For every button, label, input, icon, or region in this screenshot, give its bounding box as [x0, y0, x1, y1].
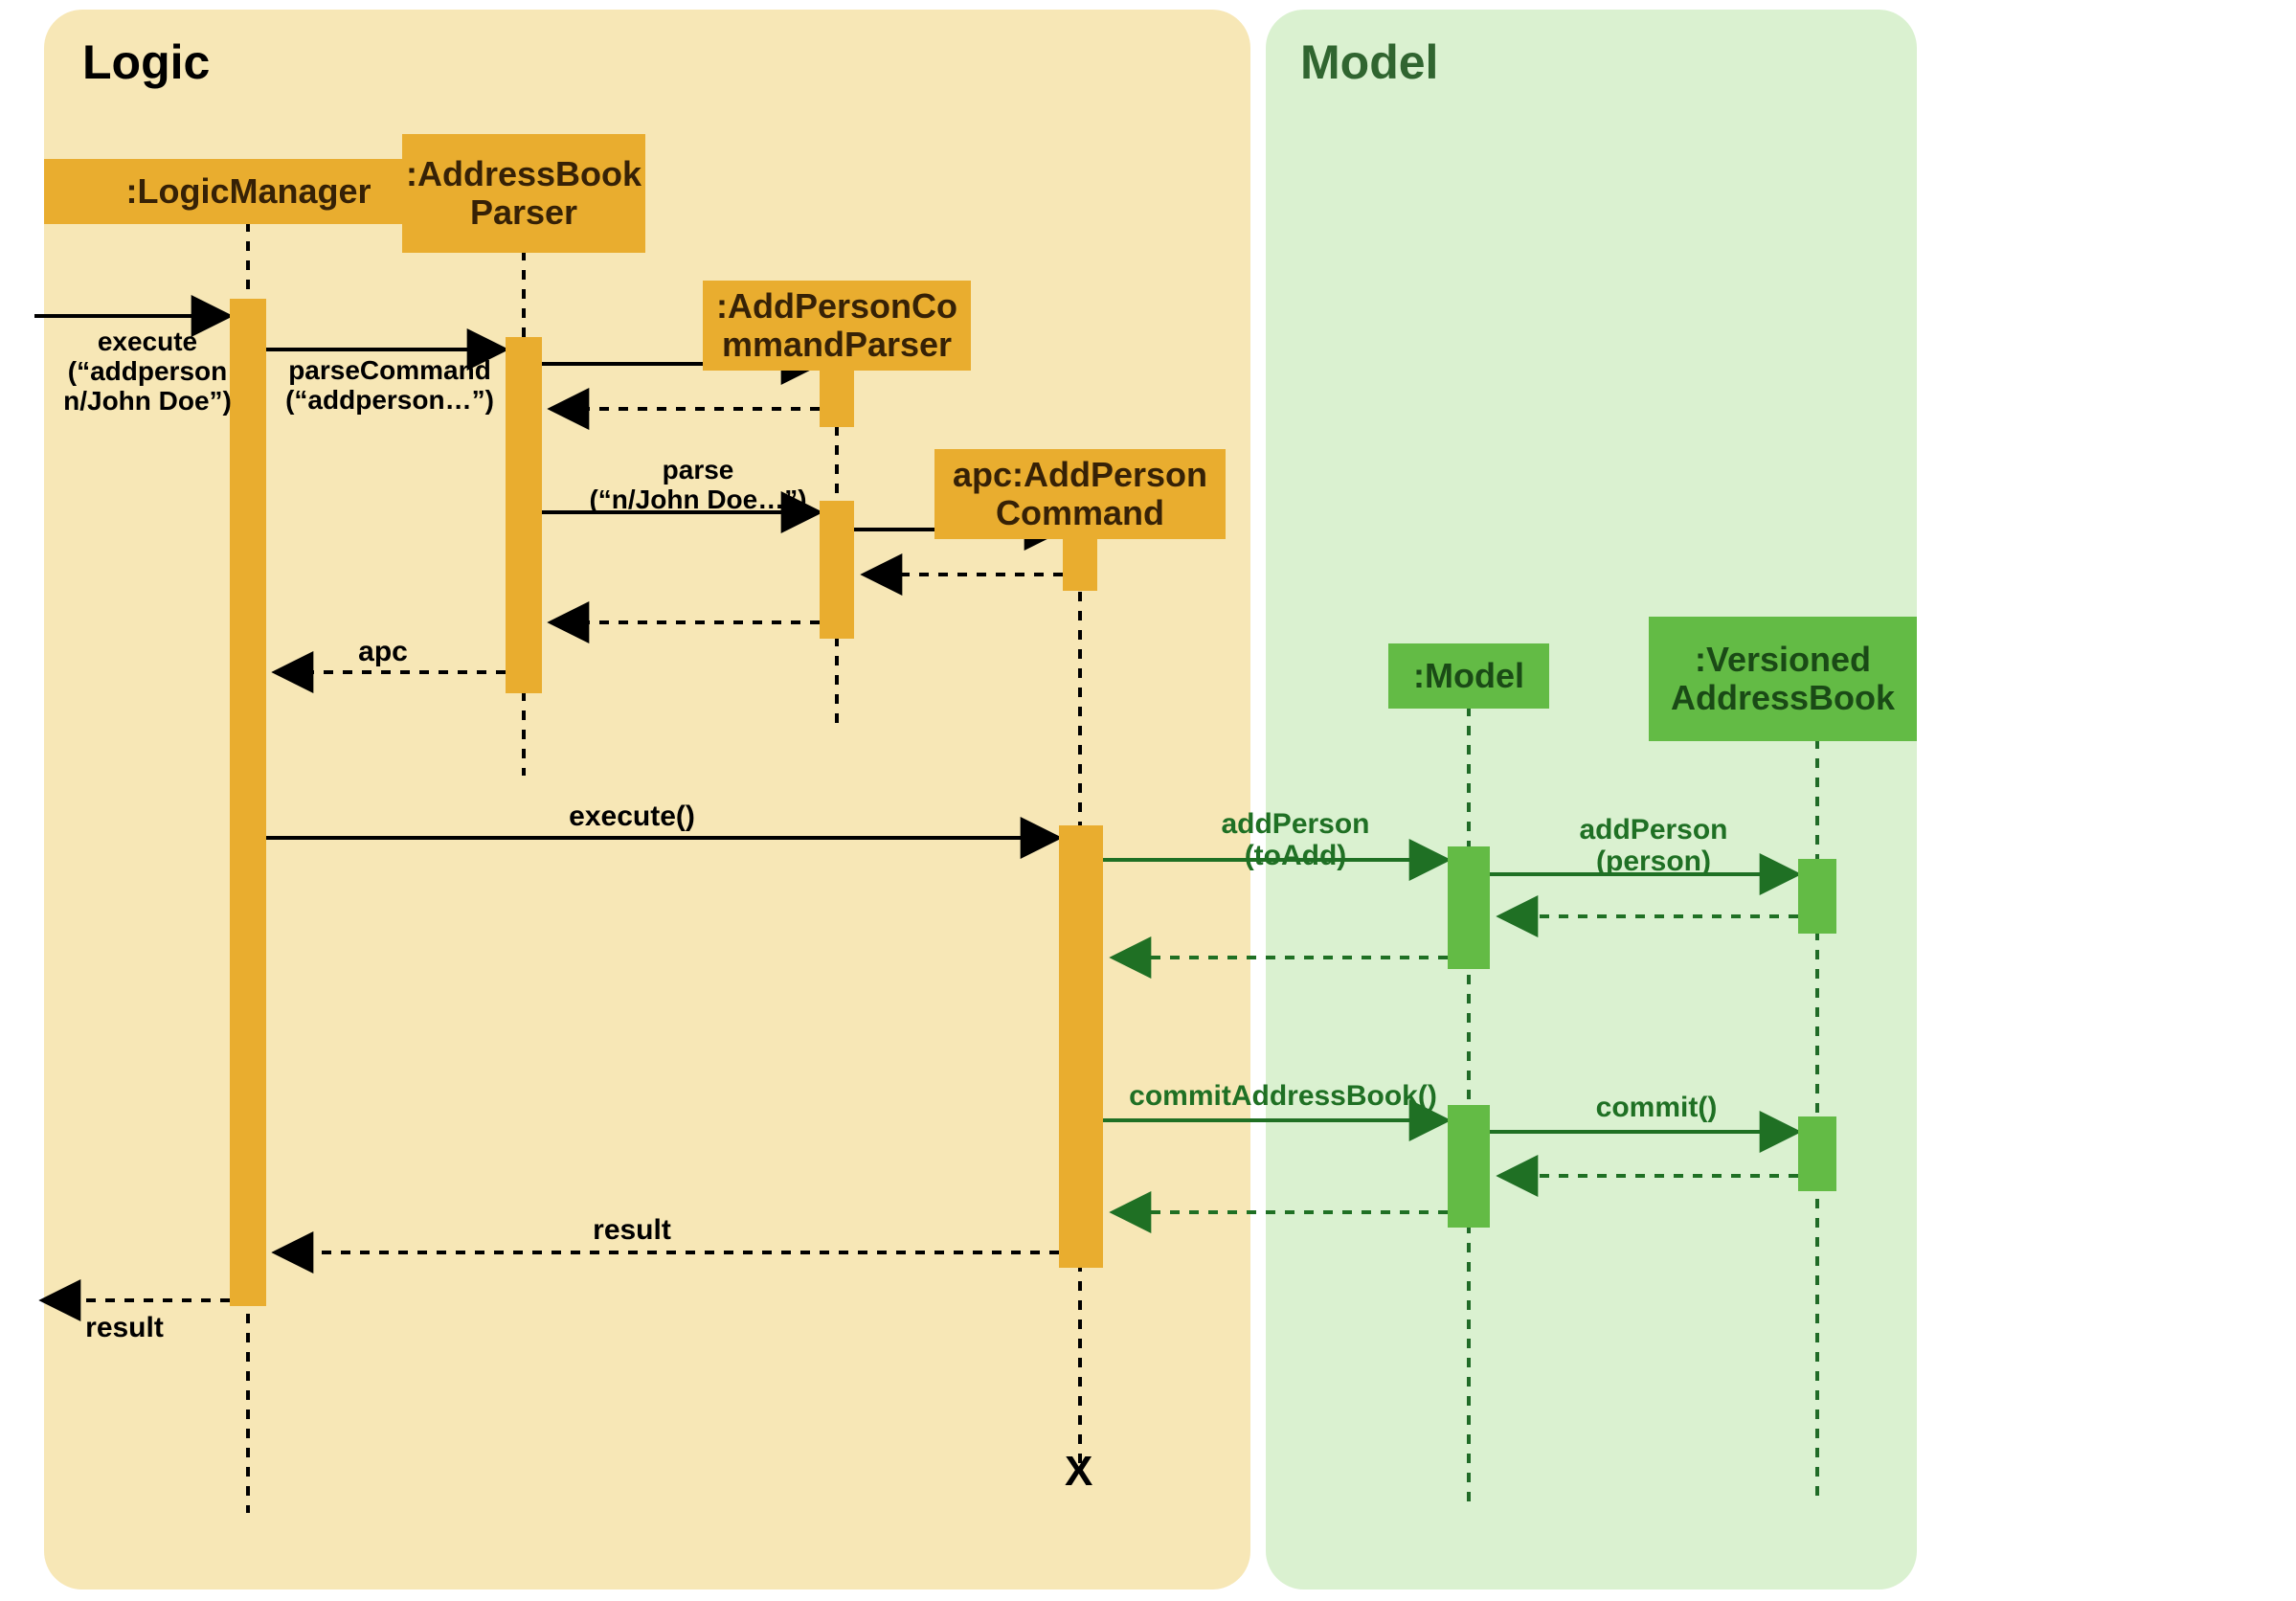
- activation-addperson-command-a: [1063, 537, 1097, 591]
- msg-addperson-toAdd: addPerson (toAdd): [1166, 808, 1425, 871]
- activation-vab-b: [1798, 1116, 1836, 1191]
- frame-model-title: Model: [1300, 34, 1438, 90]
- participant-addperson-command-parser: :AddPersonCo mmandParser: [703, 281, 971, 371]
- msg-execute-in: execute (“addperson n/John Doe”): [47, 327, 248, 416]
- participant-model: :Model: [1388, 643, 1549, 709]
- activation-logic-manager: [230, 299, 266, 1306]
- diagram-canvas: Logic Model: [0, 0, 2296, 1601]
- msg-commit: commit(): [1570, 1092, 1743, 1123]
- participant-addressbook-parser: :AddressBook Parser: [402, 134, 645, 253]
- activation-addperson-parser-a: [820, 370, 854, 427]
- lifeline-terminator: X: [1065, 1448, 1092, 1496]
- participant-logic-manager: :LogicManager: [44, 159, 453, 224]
- activation-addperson-command-b: [1059, 825, 1103, 1268]
- activation-addperson-parser-b: [820, 501, 854, 639]
- participant-versioned-addressbook: :Versioned AddressBook: [1649, 617, 1917, 741]
- msg-execute-call: execute(): [536, 800, 728, 832]
- activation-model-a: [1448, 846, 1490, 969]
- activation-model-b: [1448, 1105, 1490, 1228]
- msg-parse: parse (“n/John Doe…”): [578, 456, 818, 515]
- msg-addperson-person: addPerson (person): [1524, 814, 1783, 877]
- participant-addperson-command: apc:AddPerson Command: [934, 449, 1226, 539]
- activation-addressbook-parser: [506, 337, 542, 693]
- msg-commit-addressbook: commitAddressBook(): [1120, 1080, 1446, 1112]
- frame-logic: [44, 10, 1250, 1590]
- msg-result-inner: result: [574, 1214, 689, 1246]
- activation-vab-a: [1798, 859, 1836, 934]
- frame-model: [1266, 10, 1917, 1590]
- frame-logic-title: Logic: [82, 34, 210, 90]
- msg-result-outer: result: [67, 1312, 182, 1343]
- msg-apc-return: apc: [345, 636, 421, 667]
- msg-parse-command: parseCommand (“addperson…”): [270, 356, 509, 416]
